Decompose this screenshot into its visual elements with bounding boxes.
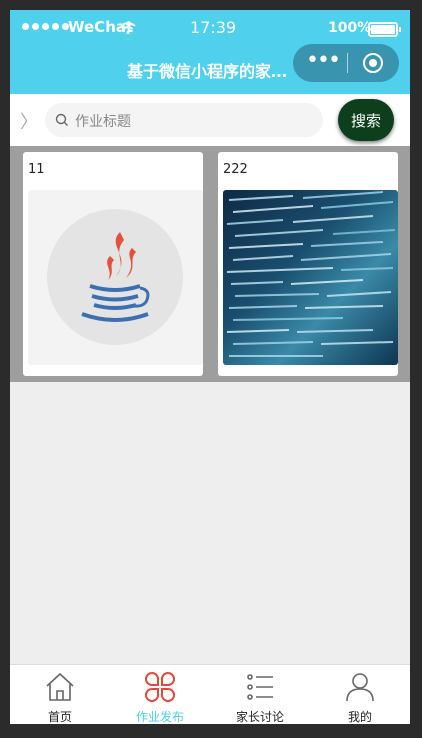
tab-label: 家长讨论 xyxy=(235,710,284,724)
miniprogram-capsule: ••• xyxy=(293,44,399,82)
wifi-icon xyxy=(120,20,136,39)
homework-grid: 11 222 xyxy=(10,146,410,382)
clover-icon xyxy=(145,672,175,702)
homework-card[interactable]: 11 xyxy=(23,152,203,376)
nav-bar: 基于微信小程序的家… ••• xyxy=(10,44,410,94)
battery-percent: 100% xyxy=(328,20,372,36)
close-miniprogram-icon[interactable] xyxy=(363,53,383,73)
tab-mine[interactable]: 我的 xyxy=(310,665,410,724)
search-icon xyxy=(55,113,68,126)
tab-homework-publish[interactable]: 作业发布 xyxy=(110,665,210,724)
home-icon xyxy=(46,672,74,701)
user-icon xyxy=(346,673,374,702)
search-button[interactable]: 搜索 xyxy=(338,99,394,141)
tab-home[interactable]: 首页 xyxy=(10,665,110,724)
search-bar: 〉 搜索 xyxy=(10,94,410,146)
search-input[interactable] xyxy=(73,110,317,132)
tab-label: 作业发布 xyxy=(135,710,184,724)
capsule-divider xyxy=(347,53,348,73)
tab-bar: 首页 作业发布 家长讨论 我的 xyxy=(10,664,410,724)
chevron-right-icon[interactable]: 〉 xyxy=(20,108,38,134)
tab-label: 我的 xyxy=(347,710,372,724)
homework-card[interactable]: 222 xyxy=(218,152,398,376)
tab-parent-discussion[interactable]: 家长讨论 xyxy=(210,665,310,724)
java-logo-image xyxy=(28,190,203,365)
card-title: 11 xyxy=(28,162,45,177)
code-screen-image xyxy=(223,190,398,365)
card-title: 222 xyxy=(223,162,248,177)
tab-label: 首页 xyxy=(47,710,72,724)
more-icon[interactable]: ••• xyxy=(306,50,341,72)
status-bar: WeChat 17:39 100% xyxy=(10,10,410,48)
list-icon xyxy=(247,674,273,700)
battery-icon xyxy=(368,22,401,37)
page-title: 基于微信小程序的家… xyxy=(127,62,287,81)
signal-icon xyxy=(22,23,69,30)
search-field[interactable] xyxy=(45,103,323,137)
clock: 17:39 xyxy=(190,18,237,37)
phone-screen: WeChat 17:39 100% 基于微信小程序的家… ••• 〉 作业标题 … xyxy=(10,10,410,724)
